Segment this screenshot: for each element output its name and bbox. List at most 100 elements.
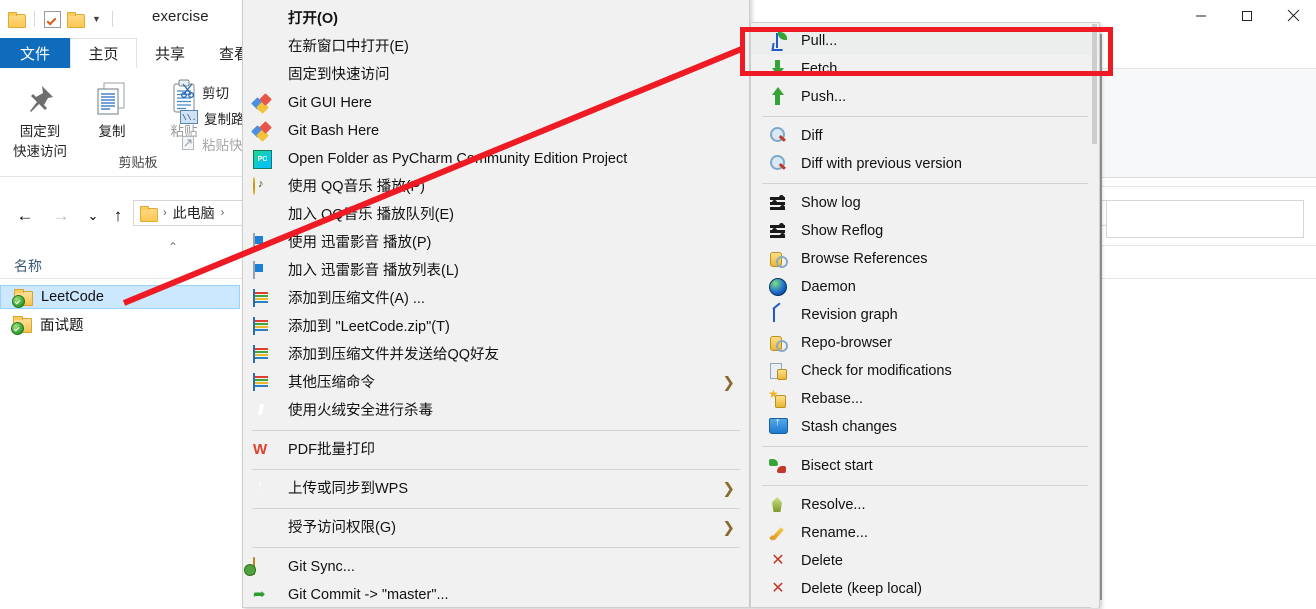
file-name: LeetCode [41,289,104,305]
column-header-name[interactable]: 名称 [14,256,42,276]
menu-item-open-folder-pycharm[interactable]: PC Open Folder as PyCharm Community Edit… [243,145,749,173]
folder-icon[interactable] [8,12,26,28]
resolve-icon [769,496,789,514]
search-box[interactable] [1106,200,1304,238]
maximize-icon[interactable] [1224,0,1270,31]
menu-item-upload-sync-wps[interactable]: 上传或同步到WPS ❯ [243,475,749,503]
submenu-item-rebase[interactable]: Rebase... [751,385,1099,413]
menu-item-add-to-leetcode-zip[interactable]: 添加到 "LeetCode.zip"(T) [243,313,749,341]
git-icon [251,93,273,114]
menu-item-pdf-batch-print[interactable]: W PDF批量打印 [243,436,749,464]
menu-item-label: 打开(O) [288,11,338,27]
menu-item-open[interactable]: 打开(O) [243,5,749,33]
pane-divider [1101,186,1316,187]
breadcrumb-separator-2: › [220,207,225,219]
address-folder-icon [140,206,158,222]
minimize-icon[interactable] [1178,0,1224,31]
submenu-separator [762,446,1088,447]
pane-splitter[interactable] [1100,34,1102,600]
menu-item-add-xunlei-playlist[interactable]: 加入 迅雷影音 播放列表(L) [243,257,749,285]
copy-button[interactable]: 复制 [76,74,148,140]
submenu-item-browse-references[interactable]: Browse References [751,245,1099,273]
submenu-item-diff-previous-version[interactable]: Diff with previous version [751,150,1099,178]
cut-button[interactable]: 剪切 [180,82,229,102]
menu-item-label: Open Folder as PyCharm Community Edition… [288,151,628,167]
menu-item-label: 在新窗口中打开(E) [288,39,409,55]
menu-item-play-qqmusic[interactable]: 使用 QQ音乐 播放(P) [243,173,749,201]
daemon-globe-icon [769,278,789,296]
menu-item-label: 添加到压缩文件并发送给QQ好友 [288,347,500,363]
submenu-item-show-log[interactable]: Show log [751,189,1099,217]
tortoisegit-submenu: Pull... Fetch... Push... Diff Diff with … [750,22,1100,608]
menu-separator [252,469,740,470]
submenu-item-delete[interactable]: ✕ Delete [751,547,1099,575]
forward-button[interactable]: → [48,204,74,228]
list-item[interactable]: LeetCode [0,285,240,309]
submenu-separator [762,116,1088,117]
svn-folder-icon [12,288,33,308]
menu-item-add-to-archive[interactable]: 添加到压缩文件(A) ... [243,285,749,313]
properties-checkbox-icon[interactable] [44,10,61,28]
submenu-item-stash-changes[interactable]: Stash changes [751,413,1099,441]
context-menu: 打开(O) 在新窗口中打开(E) 固定到快速访问 Git GUI Here Gi… [242,0,750,608]
up-button[interactable]: ↑ [105,204,131,228]
chevron-right-icon: ❯ [722,519,735,537]
new-folder-icon[interactable] [67,12,85,28]
submenu-item-daemon[interactable]: Daemon [751,273,1099,301]
submenu-item-label: Show log [801,195,861,211]
breadcrumb-separator: › [163,207,167,219]
submenu-item-fetch[interactable]: Fetch... [751,55,1099,83]
tab-file[interactable]: 文件 [0,38,70,68]
window-controls [1178,0,1316,31]
breadcrumb-item-this-pc[interactable]: 此电脑 [173,203,215,223]
submenu-item-label: Fetch... [801,61,850,77]
rebase-icon [768,387,789,408]
menu-item-grant-access[interactable]: 授予访问权限(G) ❯ [243,514,749,542]
xunlei-icon [253,233,273,252]
menu-item-git-gui-here[interactable]: Git GUI Here [243,89,749,117]
diff-magnifier-icon [769,127,789,145]
show-log-icon [769,194,789,212]
git-commit-icon: ➦ [253,586,266,603]
menu-scrollbar-thumb[interactable] [1092,24,1097,144]
menu-item-play-xunlei[interactable]: 使用 迅雷影音 播放(P) [243,229,749,257]
tab-share[interactable]: 共享 [139,38,201,68]
submenu-item-bisect-start[interactable]: Bisect start [751,452,1099,480]
fetch-icon [769,60,789,78]
paste-shortcut-icon [180,135,196,154]
submenu-item-rename[interactable]: Rename... [751,519,1099,547]
repo-browser-icon [769,334,789,352]
close-icon[interactable] [1270,0,1316,31]
menu-item-other-archive-commands[interactable]: 其他压缩命令 ❯ [243,369,749,397]
menu-item-git-bash-here[interactable]: Git Bash Here [243,117,749,145]
submenu-separator [762,485,1088,486]
menu-item-add-qqmusic-queue[interactable]: 加入 QQ音乐 播放队列(E) [243,201,749,229]
menu-item-git-commit-master[interactable]: ➦ Git Commit -> "master"... [243,581,749,609]
submenu-item-diff[interactable]: Diff [751,122,1099,150]
customize-caret-icon[interactable]: ▼ [90,14,103,24]
submenu-item-resolve[interactable]: Resolve... [751,491,1099,519]
back-button[interactable]: ← [12,204,38,228]
tab-home[interactable]: 主页 [70,38,137,68]
submenu-item-show-reflog[interactable]: Show Reflog [751,217,1099,245]
menu-item-git-sync[interactable]: Git Sync... [243,553,749,581]
menu-item-archive-send-qq[interactable]: 添加到压缩文件并发送给QQ好友 [243,341,749,369]
pin-to-quick-access-button[interactable]: 固定到 快速访问 [4,74,76,160]
cut-label: 剪切 [202,86,229,101]
menu-item-pin-quick-access[interactable]: 固定到快速访问 [243,61,749,89]
recent-locations-button[interactable]: ⌄ [80,204,106,228]
pycharm-icon: PC [253,150,273,169]
menu-item-open-new-window[interactable]: 在新窗口中打开(E) [243,33,749,61]
menu-item-huorong-scan[interactable]: 使用火绒安全进行杀毒 [243,397,749,425]
submenu-item-revision-graph[interactable]: Revision graph [751,301,1099,329]
submenu-item-push[interactable]: Push... [751,83,1099,111]
git-sync-icon [253,557,273,576]
submenu-item-check-for-modifications[interactable]: Check for modifications [751,357,1099,385]
submenu-item-pull[interactable]: Pull... [751,27,1099,55]
submenu-item-delete-keep-local[interactable]: ✕ Delete (keep local) [751,575,1099,603]
copy-label: 复制 [98,124,126,139]
menu-scrollbar[interactable] [1091,24,1098,608]
submenu-item-repo-browser[interactable]: Repo-browser [751,329,1099,357]
pull-icon [769,32,789,50]
chevron-right-icon: ❯ [722,374,735,392]
